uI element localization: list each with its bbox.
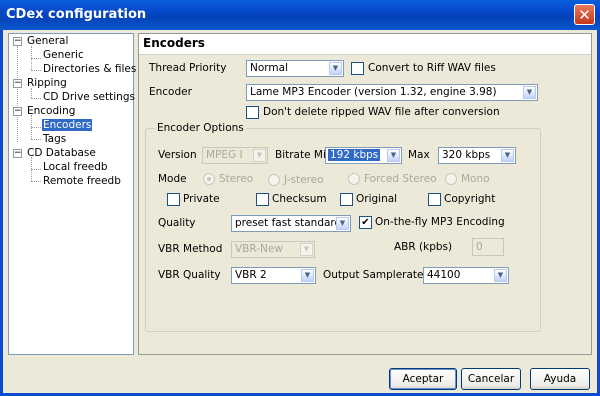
panel-title: Encoders: [143, 36, 205, 50]
chevron-down-icon: ▼: [387, 149, 400, 162]
onthefly-label: On-the-fly MP3 Encoding: [375, 216, 505, 228]
tree-item-general[interactable]: General: [27, 35, 68, 47]
mode-mono-radio[interactable]: [445, 173, 457, 185]
chevron-down-icon: ▼: [329, 62, 342, 75]
version-value: MPEG I: [206, 149, 243, 161]
window-title: CDex configuration: [6, 7, 147, 22]
tree-connector: [17, 46, 18, 142]
output-samplerate-label: Output Samplerate: [323, 269, 424, 281]
chevron-down-icon: ▼: [336, 217, 349, 230]
encoder-select[interactable]: Lame MP3 Encoder (version 1.32, engine 3…: [246, 84, 538, 101]
convert-riff-checkbox[interactable]: [351, 62, 364, 75]
tree-item-cd-drive-settings[interactable]: CD Drive settings: [43, 91, 135, 103]
vbr-quality-value: VBR 2: [235, 269, 267, 281]
tree-connector: [31, 127, 41, 128]
tree-item-tags[interactable]: Tags: [43, 133, 66, 145]
quality-select[interactable]: preset fast standard ▼: [231, 215, 351, 232]
bitrate-min-label: Bitrate Min: [275, 149, 333, 161]
private-checkbox[interactable]: [167, 193, 180, 206]
private-label: Private: [183, 193, 220, 205]
copyright-label: Copyright: [444, 193, 496, 205]
vbr-quality-label: VBR Quality: [158, 269, 221, 281]
copyright-checkbox[interactable]: [428, 193, 441, 206]
checksum-checkbox[interactable]: [256, 193, 269, 206]
checksum-label: Checksum: [272, 193, 327, 205]
bitrate-min-value: 192 kbps: [328, 149, 381, 161]
dont-delete-wav-checkbox[interactable]: [246, 106, 259, 119]
tree-item-cd-database[interactable]: CD Database: [27, 147, 96, 159]
close-icon: ✕: [578, 6, 591, 24]
bitrate-min-select[interactable]: 192 kbps ▼: [325, 147, 402, 164]
output-samplerate-select[interactable]: 44100 ▼: [423, 267, 509, 284]
thread-priority-label: Thread Priority: [149, 62, 227, 74]
chevron-down-icon: ▼: [253, 149, 266, 162]
collapse-icon[interactable]: −: [13, 79, 22, 88]
encoder-label: Encoder: [149, 86, 192, 98]
collapse-icon[interactable]: −: [13, 37, 22, 46]
encoder-value: Lame MP3 Encoder (version 1.32, engine 3…: [250, 86, 497, 98]
tree-connector: [31, 98, 41, 99]
mode-forced-stereo-radio[interactable]: [348, 173, 360, 185]
vbr-method-select[interactable]: VBR-New ▼: [231, 241, 315, 258]
thread-priority-select[interactable]: Normal ▼: [246, 60, 344, 77]
help-button[interactable]: Ayuda: [530, 368, 590, 390]
output-samplerate-value: 44100: [427, 269, 461, 281]
mode-jstereo-radio[interactable]: [268, 174, 280, 186]
cancel-button[interactable]: Cancelar: [461, 368, 521, 390]
tree-connector: [31, 58, 41, 59]
abr-label: ABR (kpbs): [394, 241, 453, 253]
mode-stereo-label: Stereo: [219, 173, 254, 185]
version-label: Version: [158, 149, 197, 161]
mode-forced-stereo-label: Forced Stereo: [364, 173, 437, 185]
quality-label: Quality: [158, 217, 196, 229]
panel-header: Encoders: [139, 34, 591, 55]
encoders-panel: Encoders Thread Priority Normal ▼ Conver…: [138, 33, 592, 355]
version-select[interactable]: MPEG I ▼: [202, 147, 268, 164]
tree-item-remote-freedb[interactable]: Remote freedb: [43, 175, 121, 187]
tree-connector: [31, 88, 32, 98]
chevron-down-icon: ▼: [301, 269, 314, 282]
bitrate-max-select[interactable]: 320 kbps ▼: [438, 147, 516, 164]
mode-mono-label: Mono: [461, 173, 490, 185]
onthefly-checkbox[interactable]: ✔: [359, 216, 372, 229]
chevron-down-icon: ▼: [494, 269, 507, 282]
mode-stereo-radio[interactable]: [203, 173, 215, 185]
tree-item-directories-files[interactable]: Directories & files: [43, 63, 136, 75]
original-label: Original: [356, 193, 398, 205]
collapse-icon[interactable]: −: [13, 107, 22, 116]
collapse-icon[interactable]: −: [13, 149, 22, 158]
original-checkbox[interactable]: [340, 193, 353, 206]
mode-jstereo-label: J-stereo: [284, 174, 324, 186]
vbr-method-label: VBR Method: [158, 243, 223, 255]
chevron-down-icon: ▼: [300, 243, 313, 256]
vbr-quality-select[interactable]: VBR 2 ▼: [231, 267, 316, 284]
settings-tree[interactable]: − General Generic Directories & files − …: [8, 33, 136, 355]
encoder-options-legend: Encoder Options: [155, 122, 246, 134]
chevron-down-icon: ▼: [501, 149, 514, 162]
tree-connector: [31, 181, 41, 182]
close-button[interactable]: ✕: [574, 4, 595, 25]
convert-riff-label: Convert to Riff WAV files: [368, 62, 496, 74]
thread-priority-value: Normal: [250, 62, 288, 74]
tree-item-local-freedb[interactable]: Local freedb: [43, 161, 108, 173]
quality-value: preset fast standard: [235, 217, 342, 229]
abr-value: 0: [476, 241, 483, 253]
tree-item-encoders[interactable]: Encoders: [42, 119, 93, 131]
accept-button[interactable]: Aceptar: [389, 368, 457, 390]
bitrate-max-value: 320 kbps: [442, 149, 491, 161]
max-label: Max: [408, 149, 430, 161]
tree-item-generic[interactable]: Generic: [43, 49, 84, 61]
tree-connector: [31, 169, 41, 170]
title-bar: CDex configuration ✕: [0, 0, 600, 30]
tree-connector: [31, 70, 41, 71]
check-icon: ✔: [361, 217, 370, 228]
tree-connector: [31, 139, 41, 140]
chevron-down-icon: ▼: [523, 86, 536, 99]
dont-delete-wav-label: Don't delete ripped WAV file after conve…: [263, 106, 500, 118]
abr-input[interactable]: 0: [472, 238, 504, 256]
tree-item-ripping[interactable]: Ripping: [27, 77, 67, 89]
tree-item-encoding[interactable]: Encoding: [27, 105, 75, 117]
vbr-method-value: VBR-New: [235, 243, 283, 255]
mode-label: Mode: [158, 173, 187, 185]
